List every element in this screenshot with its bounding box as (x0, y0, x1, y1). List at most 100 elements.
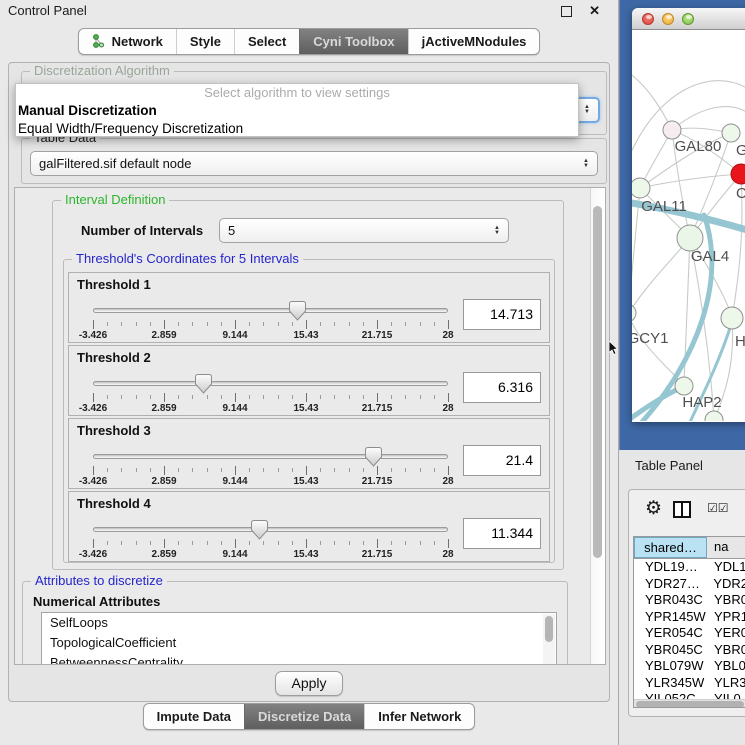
slider-thumb-icon[interactable] (251, 520, 268, 540)
cell-name: YPR1 (707, 609, 745, 626)
table-row[interactable]: YER054CYER0 (634, 625, 745, 642)
float-window-icon[interactable] (561, 6, 572, 17)
minor-tick (278, 322, 279, 326)
algorithm-option-equal-width-frequency-discretization[interactable]: Equal Width/Frequency Discretization (16, 120, 578, 137)
minor-tick (207, 395, 208, 399)
threshold-panel-2: Threshold 2 -3.4262.8599.14415.4321.71528… (68, 345, 550, 416)
cell-name: YIL0 (707, 691, 745, 699)
threshold-value-field-1[interactable]: 14.713 (463, 299, 541, 330)
slider-track[interactable] (93, 527, 448, 532)
slider-thumb-icon[interactable] (289, 301, 306, 321)
table-row[interactable]: YBR043CYBR0 (634, 592, 745, 609)
cell-shared-name: YLR345W (634, 675, 707, 692)
numerical-attributes-list[interactable]: SelfLoopsTopologicalCoefficientBetweenne… (41, 612, 557, 665)
network-icon (92, 34, 106, 49)
table-horizontal-scrollbar[interactable] (634, 699, 745, 708)
tick-label: 21.715 (362, 549, 393, 560)
minor-tick (263, 322, 264, 326)
network-graph: GAL80GACGAL11GAL4GCY1HHAP2 (632, 30, 745, 421)
zoom-traffic-light-icon[interactable] (682, 13, 694, 25)
threshold-slider-3[interactable]: -3.4262.8599.14415.4321.71528 (93, 445, 449, 489)
minor-tick (391, 322, 392, 326)
minor-tick (278, 468, 279, 472)
table-data-value: galFiltered.sif default node (39, 156, 191, 171)
list-item-betweennesscentrality[interactable]: BetweennessCentrality (42, 653, 556, 665)
column-header-name[interactable]: na (707, 537, 745, 558)
settings-vertical-scrollbar[interactable] (590, 188, 605, 664)
cell-name: YBL0 (707, 658, 745, 675)
table-row[interactable]: YDL19…YDL1 (634, 559, 745, 576)
minor-tick (292, 395, 293, 399)
tick-label: -3.426 (79, 330, 107, 341)
major-tick (306, 320, 307, 329)
list-item-topologicalcoefficient[interactable]: TopologicalCoefficient (42, 633, 556, 653)
number-of-intervals-combobox[interactable]: 5 ▲▼ (219, 218, 509, 243)
tick-label: -3.426 (79, 476, 107, 487)
tab-network[interactable]: Network (79, 29, 176, 54)
tab-infer-network[interactable]: Infer Network (364, 704, 474, 729)
minor-tick (278, 541, 279, 545)
major-tick (448, 539, 449, 548)
tab-label: Cyni Toolbox (313, 34, 394, 49)
table-row[interactable]: YBR045CYBR0 (634, 642, 745, 659)
select-columns-icon[interactable]: ☑☑ (707, 501, 729, 515)
scrollbar-thumb[interactable] (545, 616, 553, 642)
threshold-slider-2[interactable]: -3.4262.8599.14415.4321.71528 (93, 372, 449, 416)
table-row[interactable]: YBL079WYBL0 (634, 658, 745, 675)
gear-icon[interactable]: ⚙ (645, 497, 662, 520)
network-node[interactable] (705, 411, 723, 421)
split-pane-icon[interactable] (673, 501, 691, 518)
list-vertical-scrollbar[interactable] (543, 614, 555, 665)
slider-tick-labels: -3.4262.8599.14415.4321.71528 (93, 476, 448, 488)
tab-impute-data[interactable]: Impute Data (144, 704, 244, 729)
slider-track[interactable] (93, 454, 448, 459)
apply-button[interactable]: Apply (275, 671, 343, 696)
cell-shared-name: YBR045C (634, 642, 707, 659)
table-row[interactable]: YPR145WYPR1 (634, 609, 745, 626)
network-view-window[interactable]: GAL80GACGAL11GAL4GCY1HHAP2 (632, 8, 745, 422)
settings-scroll-panel: Interval Definition Number of Intervals … (14, 187, 606, 665)
slider-thumb-icon[interactable] (365, 447, 382, 467)
slider-tick-labels: -3.4262.8599.14415.4321.71528 (93, 403, 448, 415)
tab-jactivemnodules[interactable]: jActiveMNodules (408, 29, 540, 54)
table-row[interactable]: YDR27…YDR2 (634, 576, 745, 593)
tab-style[interactable]: Style (176, 29, 234, 54)
minimize-traffic-light-icon[interactable] (662, 13, 674, 25)
close-window-icon[interactable]: ✕ (589, 3, 600, 18)
threshold-value-field-4[interactable]: 11.344 (463, 518, 541, 549)
threshold-value-field-2[interactable]: 6.316 (463, 372, 541, 403)
network-window-titlebar[interactable] (632, 8, 745, 30)
threshold-slider-4[interactable]: -3.4262.8599.14415.4321.71528 (93, 518, 449, 562)
minor-tick (249, 395, 250, 399)
algorithm-placeholder-option[interactable]: Select algorithm to view settings (16, 84, 578, 102)
network-node-h[interactable] (721, 307, 743, 329)
slider-track[interactable] (93, 308, 448, 313)
network-canvas[interactable]: GAL80GACGAL11GAL4GCY1HHAP2 (632, 30, 745, 421)
network-node-gal11[interactable] (632, 178, 650, 198)
tab-cyni-toolbox[interactable]: Cyni Toolbox (299, 29, 407, 54)
scrollbar-thumb[interactable] (636, 701, 744, 708)
table-row[interactable]: YLR345WYLR3 (634, 675, 745, 692)
slider-thumb-icon[interactable] (195, 374, 212, 394)
slider-track[interactable] (93, 381, 448, 386)
threshold-label: Threshold 2 (77, 350, 151, 365)
network-node-ga[interactable] (722, 124, 740, 142)
node-attribute-table[interactable]: shared… na YDL19…YDL1YDR27…YDR2YBR043CYB… (633, 536, 745, 708)
network-node-hap2[interactable] (675, 377, 693, 395)
tab-select[interactable]: Select (234, 29, 299, 54)
network-node-gcy1[interactable] (632, 304, 636, 322)
threshold-value-field-3[interactable]: 21.4 (463, 445, 541, 476)
minor-tick (150, 541, 151, 545)
column-header-shared-name[interactable]: shared… (634, 537, 707, 558)
node-label: GAL80 (675, 138, 722, 155)
network-node-gal80[interactable] (663, 121, 681, 139)
table-data-combobox[interactable]: galFiltered.sif default node ▲▼ (30, 151, 598, 176)
minor-tick (178, 322, 179, 326)
algorithm-option-manual-discretization[interactable]: Manual Discretization (16, 102, 578, 120)
table-row[interactable]: YIL052CYIL0 (634, 691, 745, 699)
tab-discretize-data[interactable]: Discretize Data (244, 704, 364, 729)
threshold-slider-1[interactable]: -3.4262.8599.14415.4321.71528 (93, 299, 449, 343)
scrollbar-thumb[interactable] (593, 206, 602, 558)
close-traffic-light-icon[interactable] (642, 13, 654, 25)
list-item-selfloops[interactable]: SelfLoops (42, 613, 556, 633)
